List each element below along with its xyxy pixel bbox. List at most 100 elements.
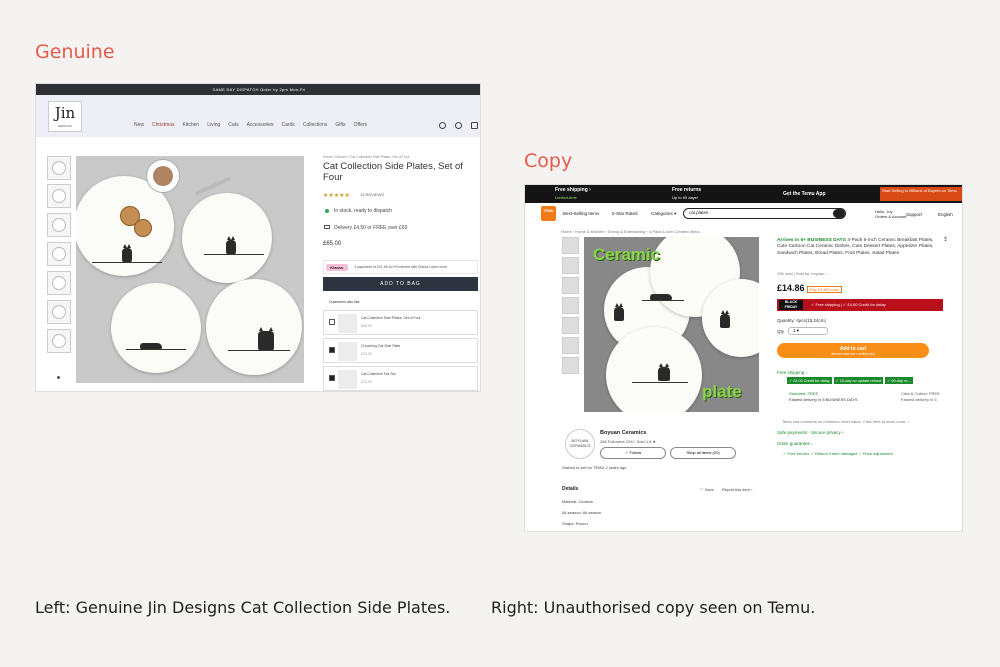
search-icon[interactable]: [833, 209, 845, 218]
nav-cats[interactable]: Cats: [228, 122, 238, 128]
thumbnail[interactable]: [562, 337, 579, 354]
nav-offers[interactable]: Offers: [354, 122, 368, 128]
language-select[interactable]: English: [938, 212, 953, 217]
seller-promo[interactable]: Start Selling to Millions of Buyers on T…: [880, 187, 962, 201]
free-returns-promo[interactable]: Free returns: [672, 187, 701, 193]
product-photo[interactable]: [76, 156, 304, 383]
bag-icon[interactable]: [471, 122, 478, 129]
account-icon[interactable]: [439, 122, 446, 129]
upsell-item[interactable]: Crouching Cat Side Plate £20.00: [323, 338, 478, 363]
save-link[interactable]: ♡ Save: [700, 487, 714, 492]
free-returns-sub: Up to 90 days*: [672, 195, 699, 200]
nav-living[interactable]: Living: [207, 122, 220, 128]
main-nav: New Christmas Kitchen Living Cats Access…: [134, 122, 367, 128]
upsell-image: [338, 370, 357, 389]
detail-material: Material: Ceramic: [562, 499, 594, 504]
copy-heading: Copy: [524, 150, 573, 172]
free-shipping-promo[interactable]: Free shipping ›: [555, 187, 591, 193]
thumbnail[interactable]: [47, 300, 71, 324]
guarantee-tags: ✓ £4.00 Credit for delay ✓ 15-day no upd…: [787, 377, 913, 384]
copy-screenshot: Free shipping › Limited-time Free return…: [524, 184, 963, 532]
mug: [146, 159, 180, 193]
sold-count[interactable]: 19K sold | Sold by: boyuan ...: [777, 271, 829, 276]
logo-text: Jin: [54, 104, 76, 122]
nav-cards[interactable]: Cards: [282, 122, 295, 128]
add-to-cart-sub: Almost sold out • selling fast: [831, 351, 875, 356]
report-link[interactable]: Report this item ›: [722, 487, 752, 492]
safe-payments-link[interactable]: Safe payments · Secure privacy ›: [777, 430, 844, 435]
upsell-item[interactable]: Cat Collection Side Plates, Set of Four …: [323, 310, 478, 335]
genuine-screenshot: SAME DAY DISPATCH Order by 2pm Mon-Fri J…: [35, 83, 481, 392]
follow-button[interactable]: ☆ Follow: [600, 447, 666, 459]
ceramic-overlay-text: Ceramic: [593, 245, 661, 264]
order-guarantee-link[interactable]: Order guarantee ›: [777, 441, 813, 446]
jin-logo[interactable]: Jin DESIGNS: [48, 101, 82, 132]
nav-collections[interactable]: Collections: [303, 122, 327, 128]
thumbnail[interactable]: [562, 257, 579, 274]
nav-gifts[interactable]: Gifts: [335, 122, 345, 128]
truck-icon: [324, 225, 330, 229]
thumbnail[interactable]: [562, 357, 579, 374]
temu-logo[interactable]: TEMU: [541, 206, 556, 221]
order-guarantee-list: ✓ Free returns ✓ Refund if item damaged …: [783, 451, 893, 456]
thumbnail[interactable]: [47, 156, 71, 180]
thumbnail[interactable]: [562, 277, 579, 294]
nav-five-star[interactable]: 5-Star Rated: [612, 211, 638, 216]
review-count[interactable]: 13 REVIEWS: [360, 192, 384, 197]
logo-subtext: DESIGNS: [58, 124, 72, 128]
account-menu[interactable]: Hello, Joy Orders & Account: [875, 209, 906, 219]
upsell-checkbox[interactable]: [329, 347, 335, 353]
thumbnail[interactable]: [47, 242, 71, 266]
shop-all-button[interactable]: Shop all items (20): [670, 447, 736, 459]
upsell-price: £65.00: [361, 324, 372, 328]
thumbnail[interactable]: [47, 271, 71, 295]
nav-kitchen[interactable]: Kitchen: [183, 122, 200, 128]
rating-stars[interactable]: ★★★★★: [323, 192, 350, 199]
thumbnail[interactable]: [47, 184, 71, 208]
nav-categories[interactable]: Categories ▾: [651, 211, 676, 217]
add-to-cart-button[interactable]: Add to cart Almost sold out • selling fa…: [777, 343, 929, 358]
qty-select[interactable]: 1 ▾: [788, 327, 828, 335]
upsell-name: Cat Collection Tea Set: [361, 372, 396, 376]
thumbnail[interactable]: [562, 237, 579, 254]
order-value-note[interactable]: Temu has concerns on minimum order value…: [782, 419, 909, 424]
add-to-bag-button[interactable]: ADD TO BAG: [323, 277, 478, 291]
store-avatar[interactable]: BOYUAN CERAMICS: [565, 429, 595, 459]
click-collect-sub: Fastest delivery in 5: [901, 397, 937, 402]
breadcrumb[interactable]: Home › Home & Kitchen › Dining & Enterta…: [561, 229, 702, 234]
thumbnail[interactable]: [47, 213, 71, 237]
detail-shape: Shape: Round: [562, 521, 588, 526]
price: £65.00: [323, 241, 342, 247]
details-heading: Details: [562, 486, 579, 492]
nav-accessories[interactable]: Accessories: [247, 122, 274, 128]
thumbnail[interactable]: [562, 297, 579, 314]
promo-bar: Free shipping › Limited-time Free return…: [525, 185, 962, 203]
product-title: Cat Collection Side Plates, Set of Four: [323, 161, 463, 183]
search-input[interactable]: cat plates: [683, 208, 846, 219]
quantity-note: Quantity: 4pcs(15.24cm): [777, 318, 827, 323]
support-link[interactable]: Support: [906, 212, 922, 217]
share-icon[interactable]: ⇪: [943, 236, 948, 243]
search-icon[interactable]: [455, 122, 462, 129]
thumbnail[interactable]: [562, 317, 579, 334]
standard-sub: Fastest delivery in 5 BUSINESS DAYS: [789, 397, 858, 402]
upsell-image: [338, 314, 357, 333]
nav-christmas[interactable]: Christmas: [152, 122, 175, 128]
free-shipping-link[interactable]: Free shipping ›: [777, 370, 807, 375]
upsell-checkbox[interactable]: [329, 375, 335, 381]
upsell-checkbox[interactable]: [329, 319, 335, 325]
upsell-item[interactable]: Cat Collection Tea Set £75.00: [323, 366, 478, 391]
product-photo[interactable]: Ceramic plate: [584, 237, 759, 412]
add-to-cart-label: Add to cart: [839, 345, 867, 352]
store-name[interactable]: Boyuan Ceramics: [600, 430, 646, 436]
thumbnail[interactable]: [47, 329, 71, 353]
breadcrumb[interactable]: Home / Kitchen / Cat Collection Side Pla…: [323, 155, 410, 159]
caption-right: Right: Unauthorised copy seen on Temu.: [491, 598, 816, 617]
dispatch-banner: SAME DAY DISPATCH Order by 2pm Mon-Fri: [36, 84, 480, 95]
plate-overlay-text: plate: [702, 382, 742, 401]
carousel-dot[interactable]: [57, 376, 60, 379]
klarna-text[interactable]: 3 payments of £21.66 at 0% interest with…: [354, 265, 447, 269]
nav-new[interactable]: New: [134, 122, 144, 128]
nav-best-selling[interactable]: Best-Selling Items: [563, 211, 599, 216]
app-promo[interactable]: Get the Temu App: [783, 191, 826, 197]
